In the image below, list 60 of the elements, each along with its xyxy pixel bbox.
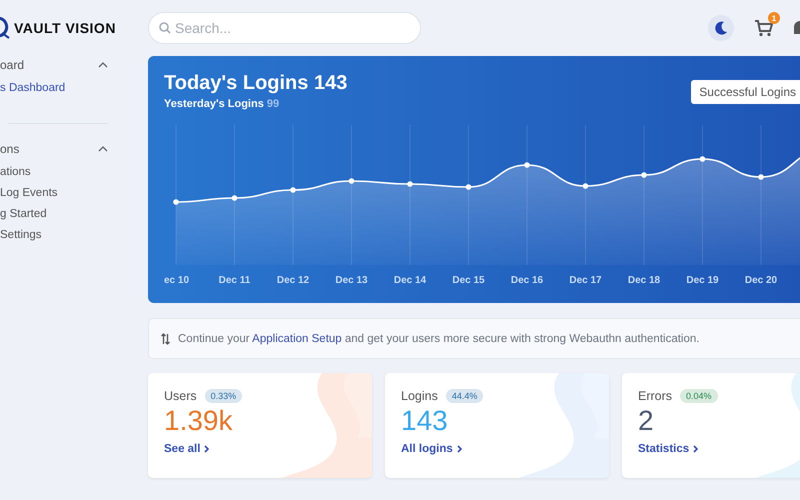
x-axis-label: Dec 17 [569,275,602,286]
chevron-icon [98,62,108,68]
chart-subtitle: Yesterday's Logins 99 [164,98,280,110]
cart-icon [754,19,774,37]
x-axis-label: Dec 11 [218,275,250,286]
sort-arrows-icon [161,332,170,344]
chevron-right-icon [693,445,698,453]
sidebar-section[interactable]: oard [0,56,108,74]
logo-text: VAULT VISION [14,20,116,36]
sidebar-item[interactable]: ations [0,163,140,181]
data-point [290,187,296,193]
cart-badge: 1 [768,12,780,24]
x-axis-label: Dec 18 [628,275,660,286]
logo-icon [0,17,10,39]
application-setup-link[interactable]: Application Setup [252,332,342,344]
sidebar-item[interactable]: g Started [0,205,140,223]
stat-link[interactable]: See all [164,443,210,455]
stat-value: 1.39k [164,405,234,437]
stat-link[interactable]: Statistics [638,443,698,455]
x-axis-label: Dec 13 [335,275,368,286]
sidebar-section[interactable]: ons [0,140,108,158]
stat-label: Errors [638,389,672,403]
sidebar-item[interactable]: Settings [0,226,140,244]
data-point [232,195,238,201]
sidebar-item[interactable]: Log Events [0,184,140,202]
x-axis-label: ec 10 [164,275,190,286]
x-axis-label: Dec 15 [452,275,485,286]
data-point [348,178,354,184]
chevron-right-icon [204,445,210,453]
chevron-icon [98,146,108,152]
trend-badge: 44.4% [446,389,484,403]
trend-badge: 0.33% [204,389,242,403]
moon-icon [714,21,728,35]
data-point [173,199,179,205]
data-point [758,174,764,180]
search-field[interactable]: Search... [148,12,421,44]
data-point [641,172,647,178]
theme-toggle-button[interactable] [708,15,734,41]
chart-title: Today's Logins 143 [164,72,348,95]
filter-dropdown[interactable]: Successful Logins [691,80,800,104]
sidebar-item[interactable]: s Dashboard [0,79,140,97]
x-axis-label: Dec 16 [510,275,544,286]
chevron-right-icon [456,445,462,453]
x-axis-label: Dec 12 [276,275,310,286]
x-axis-label: Dec 20 [744,275,778,286]
data-point [466,184,472,190]
x-axis-label: Dec 19 [686,275,719,286]
search-icon [159,22,171,34]
stat-label: Logins [401,389,438,403]
trend-badge: 0.04% [680,389,718,403]
data-point [524,162,530,168]
banner-text: Continue your Application Setup and get your users more secure with strong Webauthn authentication. [178,332,700,344]
data-point [700,156,706,162]
data-point [407,181,413,187]
stat-link[interactable]: All logins [401,443,462,455]
stat-value: 143 [401,405,449,437]
x-axis-label: Dec 14 [394,275,426,286]
data-point [582,183,588,189]
stat-label: Users [164,389,197,403]
stat-value: 2 [638,405,655,437]
